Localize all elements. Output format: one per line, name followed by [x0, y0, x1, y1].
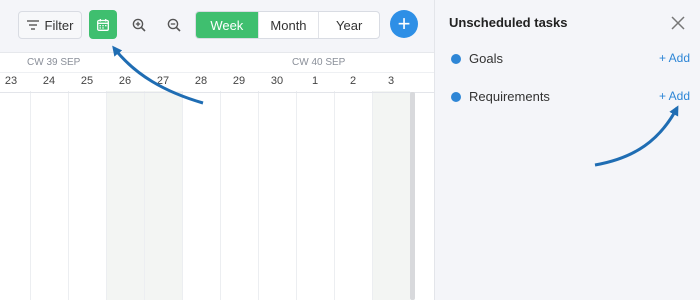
week-label: CW 40 SEP: [292, 57, 346, 68]
day-label: 30: [270, 75, 284, 87]
day-label: 3: [387, 75, 395, 87]
view-month-button[interactable]: Month: [257, 12, 319, 38]
day-label: 28: [194, 75, 208, 87]
day-column-divider: [30, 91, 31, 300]
view-week-button[interactable]: Week: [196, 12, 258, 38]
task-group-label: Goals: [469, 51, 503, 66]
filter-icon: [26, 20, 39, 30]
day-column-divider: [372, 91, 373, 300]
view-year-button[interactable]: Year: [318, 12, 379, 38]
zoom-out-button[interactable]: [164, 15, 184, 35]
close-icon[interactable]: [671, 16, 685, 30]
task-group-goals: Goals + Add: [449, 49, 694, 69]
day-column-divider: [106, 91, 107, 300]
day-label: 25: [80, 75, 94, 87]
panel-title: Unscheduled tasks: [449, 15, 568, 30]
day-label: 26: [118, 75, 132, 87]
day-label: 2: [349, 75, 357, 87]
week-header: CW 39 SEP CW 40 SEP: [0, 52, 434, 73]
zoom-in-button[interactable]: [129, 15, 149, 35]
view-switcher: Week Month Year: [195, 11, 380, 39]
group-color-dot: [451, 54, 461, 64]
day-column-divider: [296, 91, 297, 300]
day-column-divider: [334, 91, 335, 300]
task-group-requirements: Requirements + Add: [449, 87, 694, 107]
zoom-out-icon: [167, 18, 181, 32]
day-column-divider: [68, 91, 69, 300]
day-label: 27: [156, 75, 170, 87]
unscheduled-tasks-panel: Unscheduled tasks Goals + Add Requiremen…: [434, 0, 700, 300]
filter-label: Filter: [44, 17, 74, 33]
day-column-divider: [182, 91, 183, 300]
day-header: 23 24 25 26 27 28 29 30 1 2 3: [0, 72, 434, 93]
group-color-dot: [451, 92, 461, 102]
week-label: CW 39 SEP: [27, 57, 81, 68]
add-task-button[interactable]: +: [390, 10, 418, 38]
calendar-button[interactable]: [89, 10, 117, 39]
day-column-divider: [144, 91, 145, 300]
task-group-label: Requirements: [469, 89, 550, 104]
add-goal-link[interactable]: + Add: [659, 51, 690, 65]
weekend-shade: [372, 91, 410, 300]
filter-button[interactable]: Filter: [18, 11, 82, 39]
day-column-divider: [258, 91, 259, 300]
day-label: 1: [311, 75, 319, 87]
calendar-icon: [97, 18, 109, 31]
day-label: 24: [42, 75, 56, 87]
timeline-scrollbar[interactable]: [410, 92, 415, 300]
timeline-view: Filter Week Month Year + CW 39 SEP CW 40…: [0, 0, 434, 300]
toolbar: Filter Week Month Year +: [0, 0, 434, 52]
zoom-in-icon: [132, 18, 146, 32]
add-requirement-link[interactable]: + Add: [659, 89, 690, 103]
day-column-divider: [220, 91, 221, 300]
day-label: 29: [232, 75, 246, 87]
day-label: 23: [4, 75, 18, 87]
